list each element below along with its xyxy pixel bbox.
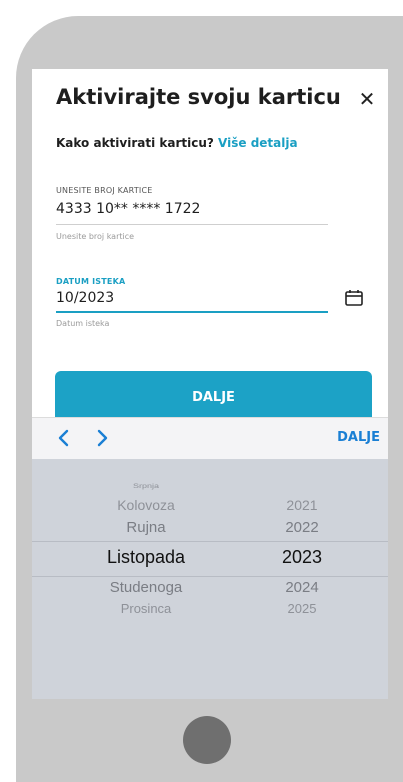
expiry-helper: Datum isteka xyxy=(56,319,110,328)
picker-month-item[interactable]: Srpnja xyxy=(66,483,226,490)
picker-month-item[interactable]: Prosinca xyxy=(66,601,226,616)
expiry-underline xyxy=(56,311,328,313)
card-number-field[interactable]: 4333 10** **** 1722 xyxy=(56,201,328,217)
picker-year-item[interactable]: 2025 xyxy=(242,601,362,616)
more-details-link[interactable]: Više detalja xyxy=(218,136,298,150)
card-number-helper: Unesite broj kartice xyxy=(56,232,135,241)
close-icon[interactable]: ✕ xyxy=(356,87,378,111)
picker-year-item[interactable]: 2022 xyxy=(242,519,362,536)
dialog-title: Aktivirajte svoju karticu xyxy=(56,85,341,109)
date-picker-wheel[interactable]: Srpnja Kolovoza Rujna Listopada Studenog… xyxy=(32,459,388,699)
picker-done-button[interactable]: DALJE xyxy=(337,430,380,445)
picker-month-selected[interactable]: Listopada xyxy=(66,547,226,568)
picker-month-item[interactable]: Studenoga xyxy=(66,579,226,596)
chevron-left-icon[interactable] xyxy=(54,427,74,449)
picker-year-item[interactable]: 2021 xyxy=(242,497,362,513)
home-button[interactable] xyxy=(183,716,231,764)
howto-row: Kako aktivirati karticu? Više detalja xyxy=(56,136,298,150)
picker-month-item[interactable]: Kolovoza xyxy=(66,497,226,513)
app-screen: Aktivirajte svoju karticu ✕ Kako aktivir… xyxy=(32,69,388,699)
chevron-right-icon[interactable] xyxy=(92,427,112,449)
card-number-label: UNESITE BROJ KARTICE xyxy=(56,186,153,195)
picker-year-item[interactable]: 2024 xyxy=(242,579,362,596)
expiry-label: DATUM ISTEKA xyxy=(56,277,126,286)
calendar-icon[interactable] xyxy=(344,289,364,307)
continue-button[interactable]: DALJE xyxy=(55,371,372,419)
card-number-underline xyxy=(56,224,328,225)
picker-toolbar: DALJE xyxy=(32,417,388,459)
picker-month-item[interactable]: Rujna xyxy=(66,519,226,536)
howto-text: Kako aktivirati karticu? xyxy=(56,136,214,150)
picker-year-selected[interactable]: 2023 xyxy=(242,547,362,568)
expiry-field[interactable]: 10/2023 xyxy=(56,290,328,306)
